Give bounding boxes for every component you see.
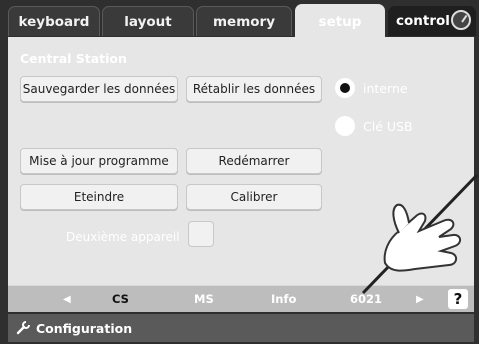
tab-layout[interactable]: layout	[102, 6, 194, 36]
restart-button[interactable]: Redémarrer	[186, 148, 322, 174]
stylus-hand-icon	[361, 173, 479, 295]
nav-item-ms[interactable]: MS	[194, 286, 214, 312]
storage-option-label: interne	[363, 80, 408, 96]
control-tab-label: control	[396, 13, 450, 29]
tab-keyboard[interactable]: keyboard	[8, 6, 100, 36]
nav-prev-arrow-icon[interactable]: ◀	[63, 286, 71, 312]
nav-item-cs[interactable]: CS	[112, 286, 129, 312]
calibrate-button[interactable]: Calibrer	[186, 184, 322, 210]
shutdown-button[interactable]: Eteindre	[20, 184, 178, 210]
storage-option-internal[interactable]: interne	[335, 78, 408, 98]
tab-setup[interactable]: setup	[295, 4, 385, 38]
footer-bar: Configuration	[8, 314, 474, 342]
second-device-checkbox[interactable]	[188, 221, 214, 247]
radio-button[interactable]	[335, 78, 355, 98]
update-program-button[interactable]: Mise à jour programme	[20, 148, 178, 174]
nav-item-info[interactable]: Info	[271, 286, 296, 312]
gauge-icon	[451, 10, 471, 30]
tab-control[interactable]: control	[388, 6, 476, 36]
save-data-button[interactable]: Sauvegarder les données	[20, 76, 178, 102]
app-window: keyboard layout memory setup control Cen…	[0, 0, 479, 344]
section-title: Central Station	[20, 51, 127, 66]
restore-data-button[interactable]: Rétablir les données	[186, 76, 322, 102]
second-device-label: Deuxième appareil	[66, 230, 180, 244]
storage-option-usb[interactable]: Clé USB	[335, 116, 413, 136]
tab-memory[interactable]: memory	[196, 6, 292, 36]
footer-title: Configuration	[36, 320, 133, 336]
wrench-icon	[16, 321, 30, 335]
radio-button[interactable]	[335, 116, 355, 136]
storage-option-label: Clé USB	[363, 118, 413, 134]
